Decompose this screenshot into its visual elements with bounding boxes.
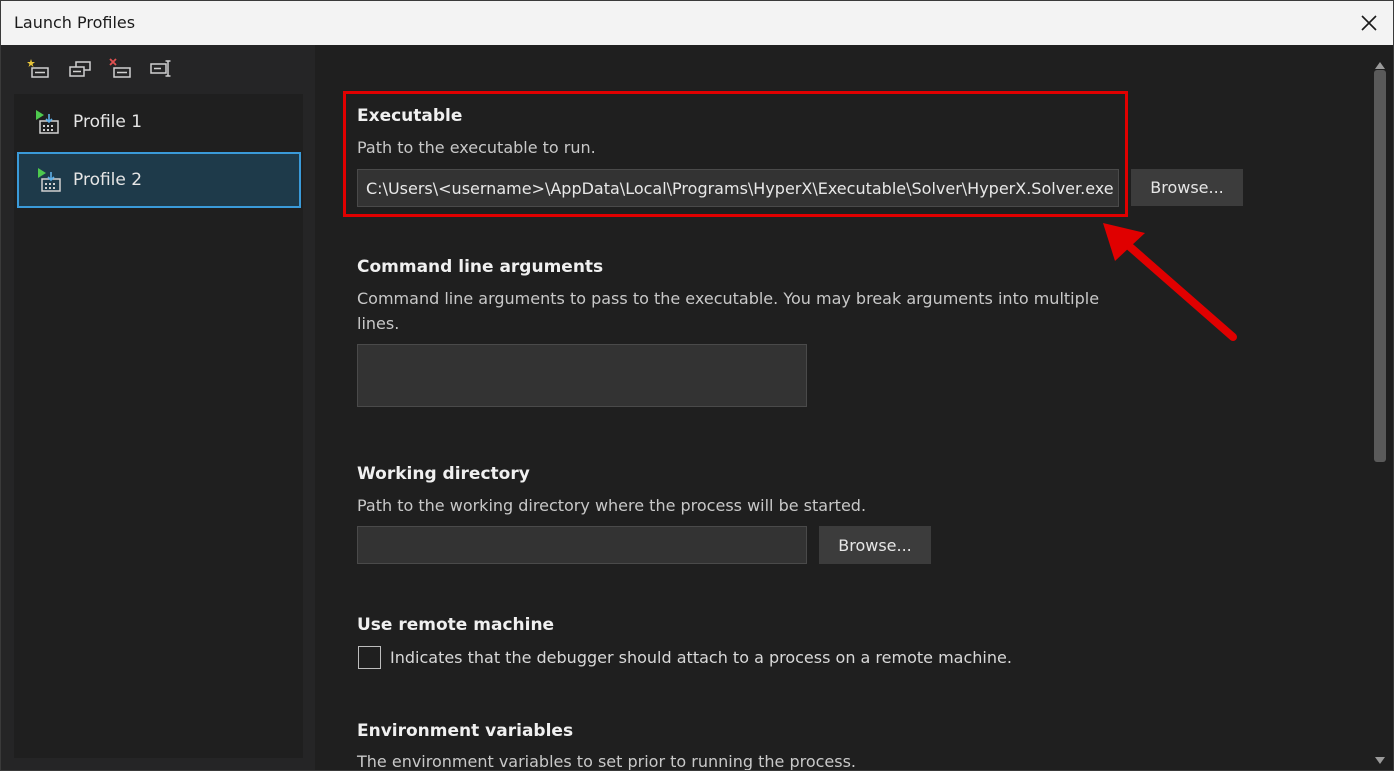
environment-variables-description: The environment variables to set prior t… xyxy=(357,752,857,771)
executable-browse-button[interactable]: Browse... xyxy=(1131,169,1243,206)
window-title: Launch Profiles xyxy=(14,13,136,32)
close-icon[interactable] xyxy=(1357,11,1381,35)
launch-profile-icon xyxy=(34,109,62,135)
working-directory-input[interactable] xyxy=(357,526,807,564)
profile-item-2[interactable]: Profile 2 xyxy=(17,152,301,208)
sidebar: Profile 1 Profile 2 xyxy=(1,45,315,770)
executable-description: Path to the executable to run. xyxy=(357,138,596,157)
annotation-arrow-icon xyxy=(1103,223,1237,341)
title-bar: Launch Profiles xyxy=(1,1,1393,45)
profile-label: Profile 2 xyxy=(73,170,143,190)
scroll-down-arrow-icon[interactable] xyxy=(1374,751,1386,764)
scroll-up-arrow-icon[interactable] xyxy=(1374,55,1386,69)
arguments-input[interactable] xyxy=(357,344,807,407)
profile-list: Profile 1 Profile 2 xyxy=(14,94,303,758)
arguments-description-line1: Command line arguments to pass to the ex… xyxy=(357,289,1100,308)
scrollbar-thumb[interactable] xyxy=(1374,70,1386,462)
new-profile-icon[interactable] xyxy=(25,57,53,81)
remote-machine-checkbox-label: Indicates that the debugger should attac… xyxy=(390,648,1012,667)
arguments-title: Command line arguments xyxy=(357,257,604,277)
remote-machine-title: Use remote machine xyxy=(357,615,555,635)
executable-title: Executable xyxy=(357,106,463,126)
duplicate-profile-icon[interactable] xyxy=(66,57,94,81)
remote-machine-checkbox[interactable] xyxy=(358,646,381,669)
launch-profile-icon xyxy=(36,167,64,193)
arguments-description-line2: lines. xyxy=(357,314,400,333)
working-directory-browse-button[interactable]: Browse... xyxy=(819,526,931,564)
profile-item-1[interactable]: Profile 1 xyxy=(14,94,303,150)
working-directory-description: Path to the working directory where the … xyxy=(357,496,867,515)
profile-label: Profile 1 xyxy=(73,112,143,132)
vertical-scrollbar[interactable] xyxy=(1367,45,1393,770)
launch-profiles-window: Launch Profiles Profile 1 Profile 2 Exec… xyxy=(0,0,1394,771)
profile-toolbar xyxy=(25,57,176,81)
environment-variables-title: Environment variables xyxy=(357,721,574,741)
working-directory-title: Working directory xyxy=(357,464,530,484)
delete-profile-icon[interactable] xyxy=(107,57,135,81)
executable-path-input[interactable]: C:\Users\<username>\AppData\Local\Progra… xyxy=(357,169,1119,207)
rename-profile-icon[interactable] xyxy=(148,57,176,81)
